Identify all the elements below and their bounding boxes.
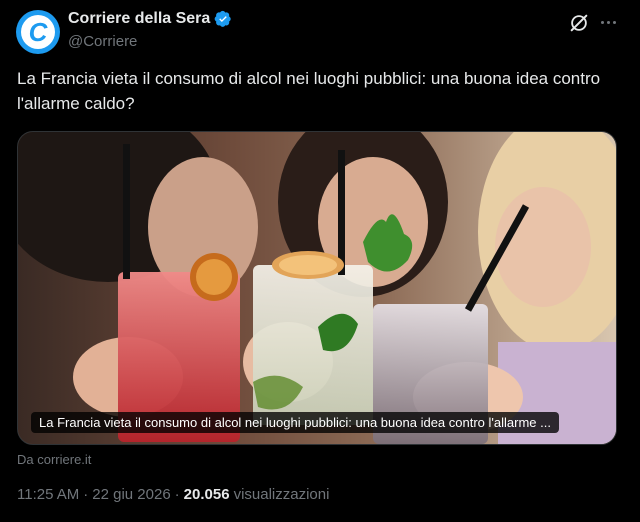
avatar-logo-letter: C (28, 17, 48, 47)
avatar[interactable]: C (16, 10, 60, 54)
grok-icon[interactable] (568, 12, 590, 34)
link-card[interactable]: La Francia vieta il consumo di alcol nei… (17, 131, 617, 445)
verified-badge-icon[interactable] (214, 10, 232, 28)
meta-separator: · (174, 486, 180, 503)
author-row: Corriere della Sera (68, 10, 232, 28)
meta-separator: · (83, 486, 89, 503)
author-display-name[interactable]: Corriere della Sera (68, 10, 210, 28)
card-image[interactable] (18, 132, 617, 445)
card-caption[interactable]: La Francia vieta il consumo di alcol nei… (31, 412, 559, 433)
tweet-date[interactable]: 22 giu 2026 (92, 486, 170, 503)
card-source-link[interactable]: Da corriere.it (17, 452, 91, 467)
author-handle[interactable]: @Corriere (68, 33, 137, 50)
views-count: 20.056 (183, 486, 230, 503)
tweet-meta: 11:25 AM · 22 giu 2026 · 20.056 visualiz… (17, 486, 329, 503)
tweet-text: La Francia vieta il consumo di alcol nei… (17, 69, 601, 113)
views-label: visualizzazioni (233, 486, 330, 503)
avatar-ring: C (21, 15, 55, 49)
more-icon[interactable] (598, 12, 618, 32)
tweet-time[interactable]: 11:25 AM (17, 486, 79, 503)
